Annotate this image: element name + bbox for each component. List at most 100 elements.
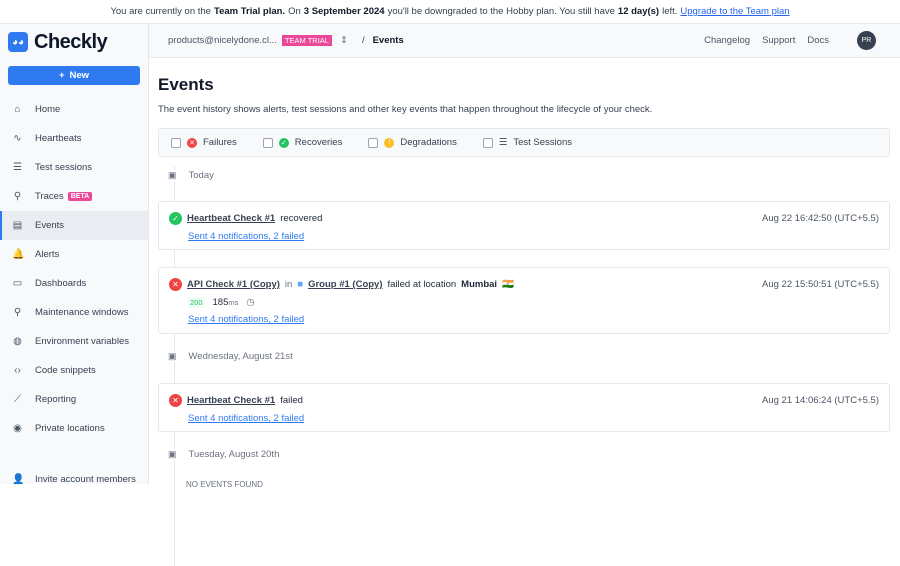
date-header: ▣ Tuesday, August 20th [168,449,279,460]
code-icon: ‹› [14,365,21,376]
filter-label: Test Sessions [513,137,572,148]
checkbox[interactable] [368,137,379,148]
date-header: ▣ Today [168,170,214,181]
traces-icon: ⚲ [13,191,22,202]
events-icon: ▤ [12,220,23,231]
sidebar-item-traces[interactable]: ⚲ Traces BETA [0,182,148,211]
sidebar-item-environment-variables[interactable]: ◍ Environment variables [0,327,148,356]
filter-failures[interactable]: ✕ Failures [171,137,237,148]
heartbeat-icon: ∿ [13,133,22,144]
nav-label: Alerts [35,249,60,260]
checkbox[interactable] [262,137,273,148]
event-time: Aug 21 14:06:24 (UTC+5.5) [762,395,879,406]
calendar-icon: ▣ [168,449,177,460]
check-link[interactable]: Heartbeat Check #1 [187,395,275,406]
check-link[interactable]: API Check #1 (Copy) [187,279,280,290]
avatar[interactable]: PR [857,31,876,50]
account-selector[interactable]: products@nicelydone.cl... [168,35,277,46]
filter-degradations[interactable]: ! Degradations [368,137,457,148]
page-title: Events [158,75,214,94]
sidebar-item-code-snippets[interactable]: ‹› Code snippets [0,356,148,385]
sidebar-item-test-sessions[interactable]: ☰ Test sessions [0,153,148,182]
status-code-badge: 200 [188,297,205,308]
nav-label: Events [35,220,65,231]
nav-label: Invite account members [35,474,136,485]
checkbox[interactable] [171,137,181,148]
check-circle-icon: ✓ [278,137,289,148]
nav-label: Dashboards [35,278,87,289]
nav-label: Reporting [35,394,77,405]
banner-text: On [288,6,301,17]
chevron-updown-icon[interactable]: ⇕ [340,35,348,46]
docs-link[interactable]: Docs [807,35,829,46]
sidebar-item-maintenance-windows[interactable]: ⚲ Maintenance windows [0,298,148,327]
date-label: Tuesday, August 20th [188,449,280,460]
event-time: Aug 22 15:50:51 (UTC+5.5) [762,279,879,290]
sidebar-item-alerts[interactable]: 🔔 Alerts [0,240,148,269]
sidebar-item-heartbeats[interactable]: ∿ Heartbeats [0,124,148,153]
plus-icon: + [58,70,65,81]
date-label: Today [188,170,214,181]
list-icon: ☰ [13,162,22,173]
group-link[interactable]: Group #1 (Copy) [308,279,382,290]
banner-plan: Team Trial plan. [213,6,286,17]
banner-text: You are currently on the [110,6,211,17]
monitor-icon: ▭ [12,278,23,289]
checkbox[interactable] [482,137,493,148]
sidebar-item-reporting[interactable]: ⟋ Reporting [0,385,148,414]
folder-icon: ■ [297,279,304,290]
x-circle-icon: ✕ [169,394,182,407]
filter-label: Degradations [400,137,457,148]
nav-label: Home [35,104,61,115]
logo[interactable]: ◕◕ Checkly [0,24,148,60]
filter-test-sessions[interactable]: ☰ Test Sessions [482,137,572,148]
banner-date: 3 September 2024 [303,6,385,17]
sidebar-item-private-locations[interactable]: ◉ Private locations [0,414,148,443]
banner-text: you'll be downgraded to the Hobby plan. … [387,6,615,17]
date-label: Wednesday, August 21st [188,351,293,362]
warning-circle-icon: ! [384,137,395,148]
raccoon-logo-icon: ◕◕ [8,32,28,52]
notifications-link[interactable]: Sent 4 notifications, 2 failed [188,413,879,424]
support-link[interactable]: Support [762,35,795,46]
top-bar: products@nicelydone.cl... TEAM TRIAL ⇕ /… [149,24,900,58]
check-circle-icon: ✓ [169,212,182,225]
upgrade-link[interactable]: Upgrade to the Team plan [680,6,789,17]
event-filters: ✕ Failures ✓ Recoveries ! Degradations ☰ Tes… [158,128,890,157]
event-text: recovered [280,213,323,224]
user-plus-icon: 👤 [12,474,25,485]
sidebar: ◕◕ Checkly + New ⌂ Home ∿ Heartbeats ☰ Test s… [0,24,149,485]
new-button[interactable]: + New [8,66,140,85]
nav-label: Traces [35,191,64,202]
x-circle-icon: ✕ [187,137,197,148]
changelog-link[interactable]: Changelog [704,35,750,46]
check-link[interactable]: Heartbeat Check #1 [187,213,275,224]
filter-label: Failures [203,137,237,148]
trial-banner: You are currently on the Team Trial plan.… [0,0,900,24]
event-text: in [284,279,293,290]
beta-badge: BETA [67,192,93,201]
banner-days: 12 day(s) [617,6,660,17]
clock-icon: ◷ [246,297,255,308]
event-card: ✓ Heartbeat Check #1 recovered Aug 22 16:42… [158,201,890,250]
filter-label: Recoveries [294,137,343,148]
notifications-link[interactable]: Sent 4 notifications, 2 failed [188,314,879,325]
event-time: Aug 22 16:42:50 (UTC+5.5) [762,213,879,224]
globe-icon: ◍ [13,336,22,347]
response-ms: 185 [212,297,229,308]
event-card: ✕ Heartbeat Check #1 failed Aug 21 14:06:24… [158,383,890,432]
notifications-link[interactable]: Sent 4 notifications, 2 failed [188,231,879,242]
sidebar-item-events[interactable]: ▤ Events [0,211,148,240]
filter-recoveries[interactable]: ✓ Recoveries [262,137,343,148]
event-text: failed [280,395,303,406]
invite-members-button[interactable]: 👤 Invite account members [0,465,148,494]
india-flag-icon: 🇮🇳 [502,279,514,290]
bell-icon: 🔔 [12,249,25,260]
new-label: New [69,70,90,81]
nav-label: Private locations [35,423,105,434]
response-time: 185ms [213,297,239,308]
sidebar-item-home[interactable]: ⌂ Home [0,95,148,124]
sidebar-item-dashboards[interactable]: ▭ Dashboards [0,269,148,298]
plan-badge: TEAM TRIAL [281,35,332,46]
logo-text: Checkly [34,30,108,53]
